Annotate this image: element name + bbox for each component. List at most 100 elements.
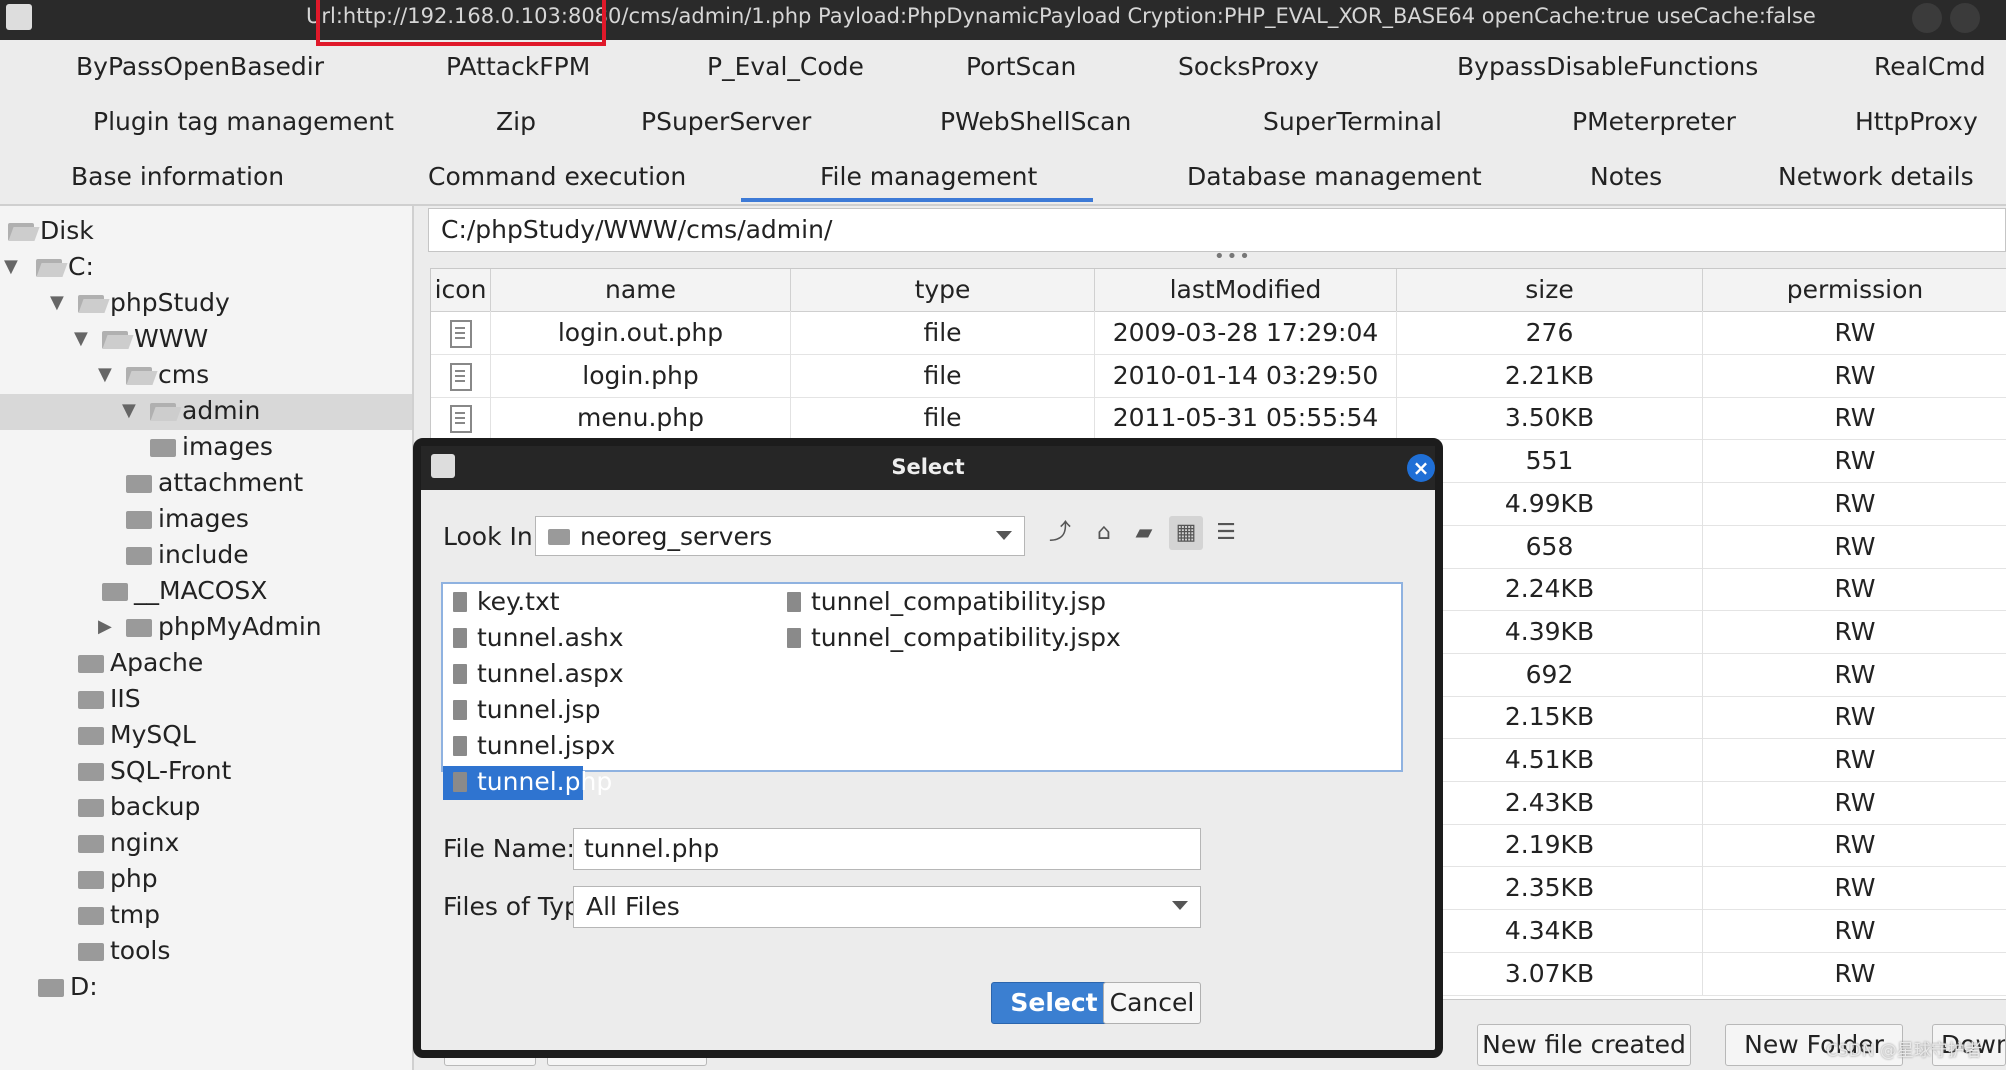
tab-base-information[interactable]: Base information bbox=[71, 162, 284, 191]
file-list-item[interactable]: tunnel.aspx bbox=[443, 658, 763, 692]
minimize-button[interactable] bbox=[1912, 3, 1942, 33]
folder-icon bbox=[102, 331, 128, 349]
cell-permission: RW bbox=[1834, 360, 1876, 390]
column-header-icon[interactable]: icon bbox=[431, 269, 491, 311]
tab-file-management[interactable]: File management bbox=[820, 162, 1037, 191]
tab-httpproxy[interactable]: HttpProxy bbox=[1855, 107, 1978, 136]
tree-item[interactable]: __MACOSX bbox=[0, 574, 412, 610]
look-in-combo[interactable]: neoreg_servers bbox=[535, 516, 1025, 556]
tab-psuperserver[interactable]: PSuperServer bbox=[641, 107, 811, 136]
cell-permission: RW bbox=[1834, 958, 1876, 988]
tree-item[interactable]: IIS bbox=[0, 682, 412, 718]
folder-icon bbox=[78, 295, 104, 313]
tab-zip[interactable]: Zip bbox=[496, 107, 536, 136]
tree-item-label: MySQL bbox=[110, 720, 196, 749]
tab-network-details[interactable]: Network details bbox=[1778, 162, 1974, 191]
cancel-button[interactable]: Cancel bbox=[1103, 982, 1201, 1024]
folder-icon bbox=[150, 439, 176, 457]
tab-p-eval-code[interactable]: P_Eval_Code bbox=[707, 52, 864, 81]
folder-icon bbox=[548, 529, 570, 545]
expand-arrow-icon[interactable]: ▼ bbox=[122, 400, 136, 421]
tree-item[interactable]: Apache bbox=[0, 646, 412, 682]
file-list[interactable]: key.txt tunnel.ashx tunnel.aspx tunnel.jsp t… bbox=[441, 582, 1403, 800]
tree-item[interactable]: tmp bbox=[0, 898, 412, 934]
tab-portscan[interactable]: PortScan bbox=[966, 52, 1076, 81]
file-name-input[interactable]: tunnel.php bbox=[573, 828, 1201, 870]
file-type-combo[interactable]: All Files bbox=[573, 886, 1201, 928]
expand-arrow-icon[interactable]: ▼ bbox=[98, 364, 112, 385]
new-folder-icon[interactable]: ▰ bbox=[1127, 516, 1161, 550]
tree-item[interactable]: ▼ WWW bbox=[0, 322, 412, 358]
tree-item[interactable]: images bbox=[0, 502, 412, 538]
tree-item[interactable]: images bbox=[0, 430, 412, 466]
tree-item[interactable]: ▶ phpMyAdmin bbox=[0, 610, 412, 646]
expand-arrow-icon[interactable]: ▼ bbox=[4, 256, 18, 277]
file-icon-cell bbox=[431, 396, 491, 440]
column-header-permission[interactable]: permission bbox=[1703, 269, 2006, 311]
tree-item[interactable]: SQL-Front bbox=[0, 754, 412, 790]
select-button[interactable]: Select bbox=[991, 982, 1117, 1024]
column-header-name[interactable]: name bbox=[491, 269, 791, 311]
tree-item[interactable]: tools bbox=[0, 934, 412, 970]
cell-permission: RW bbox=[1834, 574, 1876, 604]
directory-tree[interactable]: Disk ▼ C: ▼ phpStudy ▼ WWW ▼ cms ▼ admin images atta… bbox=[0, 206, 414, 1070]
file-list-item[interactable]: tunnel.ashx bbox=[443, 622, 763, 656]
file-list-item[interactable]: tunnel_compatibility.jsp bbox=[777, 586, 1106, 620]
tab-socksproxy[interactable]: SocksProxy bbox=[1178, 52, 1319, 81]
tree-item[interactable]: ▼ admin bbox=[0, 394, 412, 430]
tree-item[interactable]: Disk bbox=[0, 214, 412, 250]
tab-notes[interactable]: Notes bbox=[1590, 162, 1662, 191]
table-row[interactable]: login.php file 2010-01-14 03:29:50 2.21KB RW bbox=[431, 353, 2006, 398]
watermark: CSDN @星球守护者 bbox=[1826, 1041, 1982, 1061]
collapse-arrow-icon[interactable]: ▶ bbox=[98, 616, 112, 637]
tab-realcmd[interactable]: RealCmd bbox=[1874, 52, 1986, 81]
file-list-item[interactable]: tunnel.jsp bbox=[443, 694, 763, 728]
list-view-icon[interactable]: ▦ bbox=[1169, 516, 1203, 550]
tab-pwebshellscan[interactable]: PWebShellScan bbox=[940, 107, 1131, 136]
tree-item[interactable]: ▼ cms bbox=[0, 358, 412, 394]
tab-bypass-disable-functions[interactable]: BypassDisableFunctions bbox=[1457, 52, 1758, 81]
table-header: icon name type lastModified size permiss… bbox=[431, 269, 2006, 312]
file-list-item[interactable]: key.txt bbox=[443, 586, 763, 620]
tab-pattack-fpm[interactable]: PAttackFPM bbox=[446, 52, 590, 81]
expand-arrow-icon[interactable]: ▼ bbox=[74, 328, 88, 349]
cell-type: file bbox=[791, 311, 1095, 354]
file-list-item[interactable]: tunnel.jspx bbox=[443, 730, 763, 764]
splitter-handle[interactable]: ••• bbox=[1214, 246, 1252, 267]
expand-arrow-icon[interactable]: ▼ bbox=[50, 292, 64, 313]
tab-pmeterpreter[interactable]: PMeterpreter bbox=[1572, 107, 1736, 136]
tree-item[interactable]: nginx bbox=[0, 826, 412, 862]
dialog-titlebar: Select × bbox=[421, 446, 1435, 490]
tree-item-label: C: bbox=[68, 252, 94, 281]
table-row[interactable]: login.out.php file 2009-03-28 17:29:04 276 R… bbox=[431, 311, 2006, 355]
file-list-item[interactable]: tunnel.php bbox=[443, 766, 612, 800]
new-file-button[interactable]: New file created bbox=[1477, 1024, 1691, 1066]
tab-superterminal[interactable]: SuperTerminal bbox=[1263, 107, 1442, 136]
details-view-icon[interactable]: ☰ bbox=[1209, 516, 1243, 550]
tree-item[interactable]: ▼ phpStudy bbox=[0, 286, 412, 322]
column-header-size[interactable]: size bbox=[1397, 269, 1703, 311]
tree-item[interactable]: attachment bbox=[0, 466, 412, 502]
tab-database-management[interactable]: Database management bbox=[1187, 162, 1482, 191]
column-header-lastmodified[interactable]: lastModified bbox=[1095, 269, 1397, 311]
tab-plugin-tag-management[interactable]: Plugin tag management bbox=[93, 107, 394, 136]
tree-item[interactable]: D: bbox=[0, 970, 412, 1006]
close-icon[interactable]: × bbox=[1407, 454, 1435, 482]
folder-icon bbox=[36, 259, 62, 277]
tab-command-execution[interactable]: Command execution bbox=[428, 162, 686, 191]
tree-item[interactable]: include bbox=[0, 538, 412, 574]
tree-item-label: SQL-Front bbox=[110, 756, 232, 785]
file-list-item[interactable]: tunnel_compatibility.jspx bbox=[777, 622, 1121, 656]
cell-lastmodified: 2010-01-14 03:29:50 bbox=[1095, 353, 1397, 397]
tab-bypass-openbasedir[interactable]: ByPassOpenBasedir bbox=[76, 52, 324, 81]
column-header-type[interactable]: type bbox=[791, 269, 1095, 311]
file-icon bbox=[453, 664, 467, 684]
tree-item[interactable]: ▼ C: bbox=[0, 250, 412, 286]
table-row[interactable]: menu.php file 2011-05-31 05:55:54 3.50KB RW bbox=[431, 396, 2006, 441]
home-icon[interactable]: ⌂ bbox=[1087, 516, 1121, 550]
tree-item[interactable]: MySQL bbox=[0, 718, 412, 754]
maximize-button[interactable] bbox=[1950, 3, 1980, 33]
tree-item[interactable]: backup bbox=[0, 790, 412, 826]
tree-item[interactable]: php bbox=[0, 862, 412, 898]
up-folder-icon[interactable]: ⤴ bbox=[1043, 516, 1077, 550]
